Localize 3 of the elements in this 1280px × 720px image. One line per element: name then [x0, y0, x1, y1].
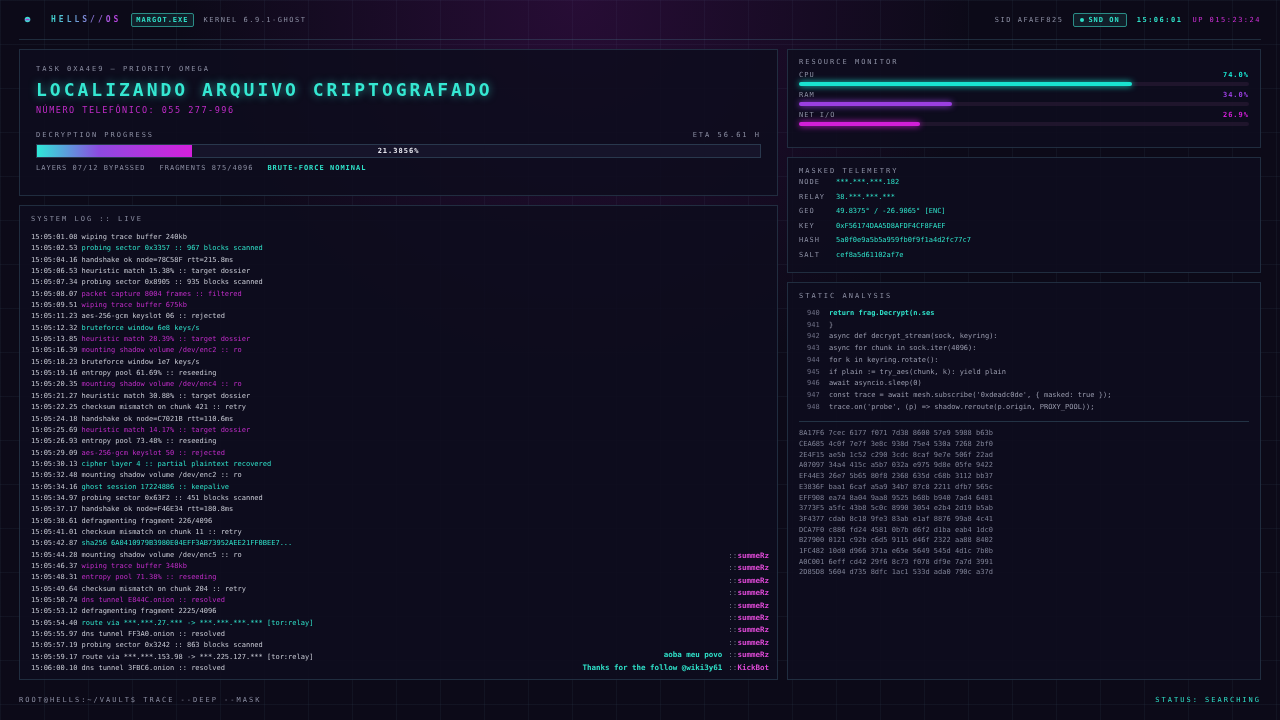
task-title: LOCALIZANDO ARQUIVO CRIPTOGRAFADO [36, 79, 494, 100]
phone-number: NÚMERO TELEFÔNICO: 055 277-996 [36, 105, 236, 115]
logo-icon [24, 16, 31, 23]
